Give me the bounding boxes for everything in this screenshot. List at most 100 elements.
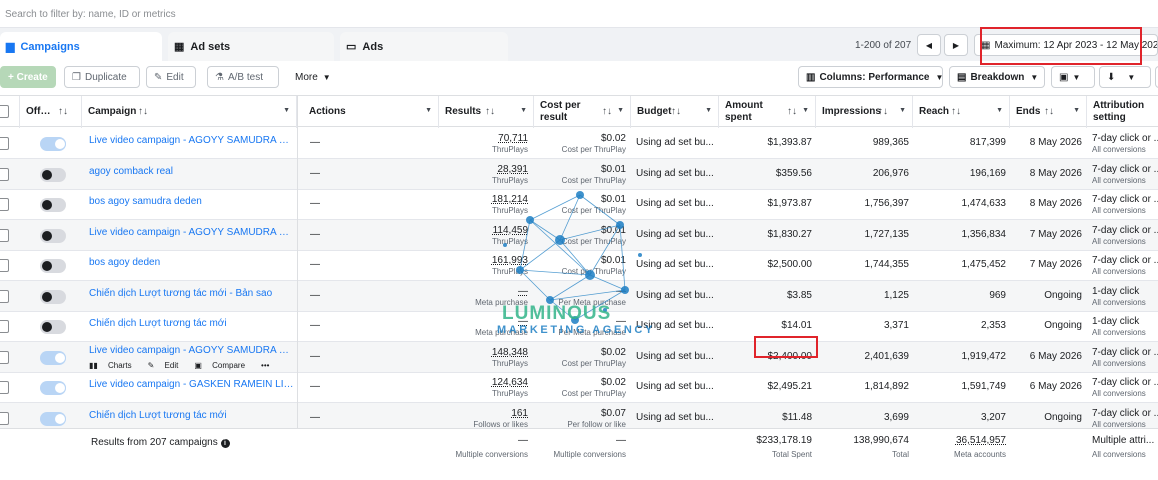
table-row[interactable]: Live video campaign - AGOYY SAMUDRA #M..… bbox=[0, 128, 1158, 159]
caret-down-icon[interactable]: ▼ bbox=[899, 107, 906, 114]
campaign-toggle[interactable] bbox=[40, 167, 66, 182]
campaign-toggle[interactable] bbox=[40, 137, 66, 151]
export-button[interactable]: ⬇ ▼ bbox=[1099, 66, 1151, 88]
campaign-name-link[interactable]: bos agoy deden bbox=[89, 257, 294, 270]
campaign-name-link[interactable]: Chiến dịch Lượt tương tác mới bbox=[89, 318, 294, 331]
results-value: 148,348 bbox=[491, 346, 528, 358]
caret-down-icon[interactable]: ▼ bbox=[705, 107, 712, 114]
col-impressions[interactable]: Impressions ↑↓ ▼ bbox=[816, 96, 913, 128]
caret-down-icon: ▼ bbox=[322, 72, 331, 82]
campaign-toggle[interactable] bbox=[40, 350, 66, 365]
col-reach[interactable]: Reach ↑↓ ▼ bbox=[913, 96, 1010, 128]
campaign-toggle[interactable] bbox=[40, 289, 66, 304]
view-options-button[interactable]: ▣ ▼ bbox=[1051, 66, 1095, 88]
total-reach: 36,514,957 Meta accounts bbox=[914, 435, 1006, 459]
table-row[interactable]: bos agoy deden — 161,993 ThruPlays $0.01 Cost… bbox=[0, 250, 1158, 281]
caret-down-icon[interactable]: ▼ bbox=[996, 107, 1003, 114]
row-checkbox[interactable] bbox=[0, 411, 9, 425]
compare-link[interactable]: ▣ Compare bbox=[194, 361, 253, 370]
tab-adsets[interactable]: ▦ Ad sets bbox=[168, 32, 334, 61]
row-edit-link[interactable]: ✎ Edit bbox=[148, 361, 187, 370]
table-row[interactable]: agoy comback real — 28,391 ThruPlays $0.01 Co… bbox=[0, 158, 1158, 190]
row-checkbox[interactable] bbox=[0, 228, 9, 242]
campaign-name-link[interactable]: Chiến dịch Lượt tương tác mới bbox=[89, 410, 294, 423]
col-budget[interactable]: Budget ↑↓ ▼ bbox=[631, 96, 719, 128]
campaign-toggle[interactable] bbox=[40, 228, 66, 243]
ab-test-label: A/B test bbox=[227, 71, 263, 83]
campaigns-table: Off… ↑↓ Campaign ↑↓ ▼ Actions ▼ Results … bbox=[0, 93, 1158, 480]
row-checkbox[interactable] bbox=[0, 198, 9, 211]
campaign-name-link[interactable]: Live video campaign - AGOYY SAMUDRA #M..… bbox=[89, 345, 294, 358]
campaign-name-link[interactable]: agoy comback real bbox=[89, 166, 294, 179]
ab-test-button[interactable]: ⚗ A/B test bbox=[207, 66, 279, 88]
col-off-on[interactable]: Off… ↑↓ bbox=[20, 96, 82, 128]
previous-page-button[interactable]: ◀ bbox=[917, 34, 941, 56]
campaign-name-link[interactable]: Live video campaign - AGOYY SAMUDRA #M..… bbox=[89, 135, 294, 148]
sort-icon: ↑↓ bbox=[1044, 106, 1054, 117]
campaign-name-link[interactable]: Live video campaign - GASKEN RAMEIN LIV.… bbox=[89, 379, 294, 392]
caret-down-icon[interactable]: ▼ bbox=[283, 107, 290, 114]
col-campaign[interactable]: Campaign ↑↓ ▼ bbox=[82, 96, 297, 128]
row-checkbox[interactable] bbox=[0, 320, 9, 333]
campaign-name-link[interactable]: bos agoy samudra deden bbox=[89, 196, 294, 209]
table-row[interactable]: Chiến dịch Lượt tương tác mới — — Meta purc… bbox=[0, 311, 1158, 342]
attribution-cell: 7-day click or ... All conversions bbox=[1092, 408, 1158, 429]
campaign-toggle[interactable] bbox=[40, 411, 66, 426]
col-amount-spent[interactable]: Amount spent ↑↓ ▼ bbox=[719, 96, 816, 128]
row-checkbox[interactable] bbox=[0, 137, 9, 150]
table-row[interactable]: Live video campaign - GASKEN RAMEIN LIV.… bbox=[0, 372, 1158, 403]
search-input[interactable] bbox=[5, 6, 605, 22]
campaign-toggle[interactable] bbox=[40, 259, 66, 273]
more-button[interactable]: More ▼ bbox=[288, 66, 338, 88]
campaign-toggle[interactable] bbox=[40, 381, 66, 395]
table-row[interactable]: Chiến dịch Lượt tương tác mới - Bản sao —… bbox=[0, 280, 1158, 312]
total-reach-sub: Meta accounts bbox=[953, 450, 1006, 459]
campaign-name-link[interactable]: Chiến dịch Lượt tương tác mới - Bản sao bbox=[89, 288, 294, 301]
col-attribution[interactable]: Attribution setting bbox=[1087, 96, 1158, 128]
campaign-toggle[interactable] bbox=[40, 198, 66, 212]
sort-icon: ↑↓ bbox=[878, 106, 888, 117]
row-checkbox[interactable] bbox=[0, 350, 9, 364]
campaign-toggle[interactable] bbox=[40, 320, 66, 334]
campaign-name-link[interactable]: Live video campaign - AGOYY SAMUDRA #M..… bbox=[89, 227, 294, 240]
breakdown-button[interactable]: ▤ Breakdown ▼ bbox=[949, 66, 1045, 88]
caret-down-icon[interactable]: ▼ bbox=[617, 107, 624, 114]
duplicate-button[interactable]: ❐ Duplicate bbox=[64, 66, 140, 88]
table-row[interactable]: Live video campaign - AGOYY SAMUDRA #M..… bbox=[0, 341, 1158, 373]
row-checkbox[interactable] bbox=[0, 167, 9, 181]
actions-value: — bbox=[310, 167, 320, 179]
caret-down-icon[interactable]: ▼ bbox=[1073, 107, 1080, 114]
row-checkbox[interactable] bbox=[0, 259, 9, 272]
caret-down-icon[interactable]: ▼ bbox=[425, 107, 432, 114]
edit-button[interactable]: ✎ Edit bbox=[146, 66, 196, 88]
results-sub: ThruPlays bbox=[491, 358, 528, 368]
caret-down-icon: ▼ bbox=[935, 72, 944, 82]
next-page-button[interactable]: ▶ bbox=[944, 34, 968, 56]
col-results[interactable]: Results ↑↓ ▼ bbox=[439, 96, 534, 128]
reach-value: 817,399 bbox=[969, 137, 1006, 148]
col-cost-per-result[interactable]: Cost per result ↑↓ ▼ bbox=[534, 96, 631, 128]
row-checkbox[interactable] bbox=[0, 289, 9, 303]
row-more-button[interactable]: ••• bbox=[261, 361, 269, 370]
create-button[interactable]: + Create bbox=[0, 66, 56, 88]
attribution-value: 7-day click or ... bbox=[1092, 224, 1158, 236]
frozen-column-divider bbox=[297, 95, 298, 480]
info-icon[interactable]: i bbox=[220, 439, 230, 448]
budget-value: Using ad set bu... bbox=[636, 350, 714, 362]
col-actions[interactable]: Actions ▼ bbox=[303, 96, 439, 128]
impressions-value: 989,365 bbox=[872, 137, 909, 148]
caret-down-icon[interactable]: ▼ bbox=[802, 107, 809, 114]
table-row[interactable]: Live video campaign - AGOYY SAMUDRA #M..… bbox=[0, 219, 1158, 251]
date-range-picker[interactable]: ▦ Maximum: 12 Apr 2023 - 12 May 2026 bbox=[974, 34, 1158, 56]
charts-link[interactable]: ▮▮ Charts bbox=[89, 361, 140, 370]
table-row[interactable]: bos agoy samudra deden — 181,214 ThruPlays $… bbox=[0, 189, 1158, 220]
col-ends[interactable]: Ends ↑↓ ▼ bbox=[1010, 96, 1087, 128]
budget-value: Using ad set bu... bbox=[636, 259, 714, 270]
tab-campaigns[interactable]: ▆ Campaigns bbox=[0, 32, 162, 61]
results-value: 161 bbox=[511, 407, 528, 419]
caret-down-icon[interactable]: ▼ bbox=[520, 107, 527, 114]
select-all-checkbox[interactable] bbox=[0, 105, 9, 118]
row-checkbox[interactable] bbox=[0, 381, 9, 394]
tab-ads[interactable]: ▭ Ads bbox=[340, 32, 508, 61]
columns-button[interactable]: ▥ Columns: Performance ▼ bbox=[798, 66, 943, 88]
